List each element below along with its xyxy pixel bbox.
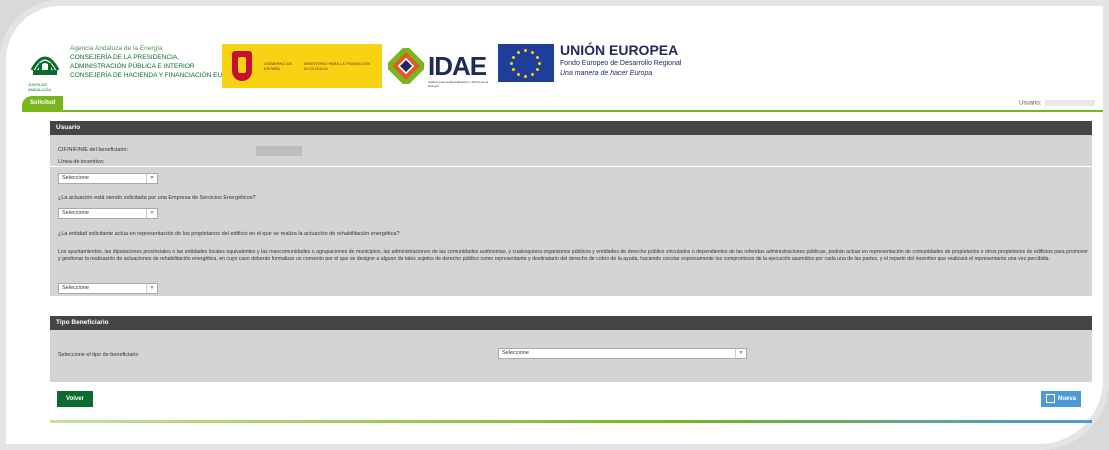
eu-fondo: Fondo Europeo de Desarrollo Regional (560, 60, 682, 67)
idae-wordmark: IDAE (428, 50, 487, 81)
usuario-indicator: Usuario: (1019, 100, 1095, 107)
header: JUNTA DE ANDALUCÍA Agencia Andaluza de l… (28, 38, 1103, 98)
representacion-select[interactable]: Seleccione ▼ (58, 283, 158, 294)
usuario-label: Usuario: (1018, 100, 1042, 107)
junta-text: Agencia Andaluza de la Energía CONSEJERÍ… (70, 44, 245, 80)
tipo-select[interactable]: Seleccione ▼ (498, 348, 747, 359)
cif-label: CIF/NIF/NIE del beneficiario: (58, 147, 128, 153)
representacion-label: ¿La entidad solicitante actúa en represe… (58, 231, 400, 237)
divider (50, 166, 1092, 167)
representacion-select-value: Seleccione (62, 285, 89, 291)
chevron-down-icon: ▼ (735, 349, 746, 358)
tipo-beneficiario-panel: Tipo Beneficiario Seleccione el tipo de … (50, 316, 1092, 382)
linea-select-value: Seleccione (62, 175, 89, 181)
page-frame: JUNTA DE ANDALUCÍA Agencia Andaluza de l… (0, 0, 1109, 450)
eu-lema: Una manera de hacer Europa (560, 70, 653, 77)
idae-subtitle: Instituto para la Diversificación y Ahor… (428, 80, 489, 88)
ese-select-value: Seleccione (62, 210, 89, 216)
chevron-down-icon: ▼ (146, 209, 157, 218)
representacion-paragraph: Los ayuntamientos, las diputaciones prov… (58, 249, 1088, 262)
tab-solicitud[interactable]: Solicitud (22, 96, 64, 110)
chevron-down-icon: ▼ (146, 284, 157, 293)
junta-line-2: CONSEJERÍA DE LA PRESIDENCIA, (70, 54, 180, 61)
usuario-panel-title: Usuario (50, 121, 1092, 135)
new-document-icon (1045, 393, 1055, 403)
tipo-select-value: Seleccione (502, 350, 529, 356)
junta-line-3: ADMINISTRACIÓN PÚBLICA E INTERIOR (70, 63, 195, 70)
spain-coat-of-arms-icon (232, 51, 252, 81)
junta-andalucia-icon: JUNTA DE ANDALUCÍA (28, 44, 62, 92)
linea-select[interactable]: Seleccione ▼ (58, 173, 158, 184)
tipo-panel-title: Tipo Beneficiario (50, 316, 1092, 330)
junta-logo: JUNTA DE ANDALUCÍA Agencia Andaluza de l… (28, 44, 248, 94)
junta-line-1: Agencia Andaluza de la Energía (70, 45, 163, 52)
usuario-value (1045, 100, 1095, 106)
eu-title: UNIÓN EUROPEA (560, 42, 679, 58)
idae-icon (384, 44, 428, 88)
tab-bar: Solicitud Usuario: (22, 96, 1103, 112)
nueva-label: Nueva (1057, 396, 1076, 402)
gobierno-text: GOBIERNO DE ESPAÑA (264, 61, 293, 71)
ese-select[interactable]: Seleccione ▼ (58, 208, 158, 219)
nueva-button[interactable]: Nueva (1041, 391, 1081, 407)
chevron-down-icon: ▼ (146, 174, 157, 183)
volver-button[interactable]: Volver (57, 391, 93, 407)
ministerio-text: MINISTERIO PARA LA TRANSICIÓN ECOLÓGICA (304, 61, 371, 71)
tipo-label: Seleccione el tipo de beneficiario (58, 352, 139, 358)
idae-logo: IDAE Instituto para la Diversificación y… (384, 44, 494, 88)
cif-value (256, 146, 302, 156)
usuario-panel: Usuario CIF/NIF/NIE del beneficiario: Lí… (50, 121, 1092, 296)
junta-line-4: CONSEJERÍA DE HACIENDA Y FINANCIACIÓN EU… (70, 72, 245, 79)
ese-label: ¿La actuación está siendo solicitada por… (58, 195, 256, 201)
gobierno-logo: GOBIERNO DE ESPAÑA MINISTERIO PARA LA TR… (222, 44, 382, 88)
eu-flag-icon (498, 44, 554, 82)
eu-text-block: UNIÓN EUROPEA Fondo Europeo de Desarroll… (560, 42, 681, 77)
junta-subtitle: JUNTA DE ANDALUCÍA (28, 82, 51, 92)
linea-label: Línea de incentivo: (58, 159, 105, 165)
footer-gradient-line (50, 420, 1092, 423)
